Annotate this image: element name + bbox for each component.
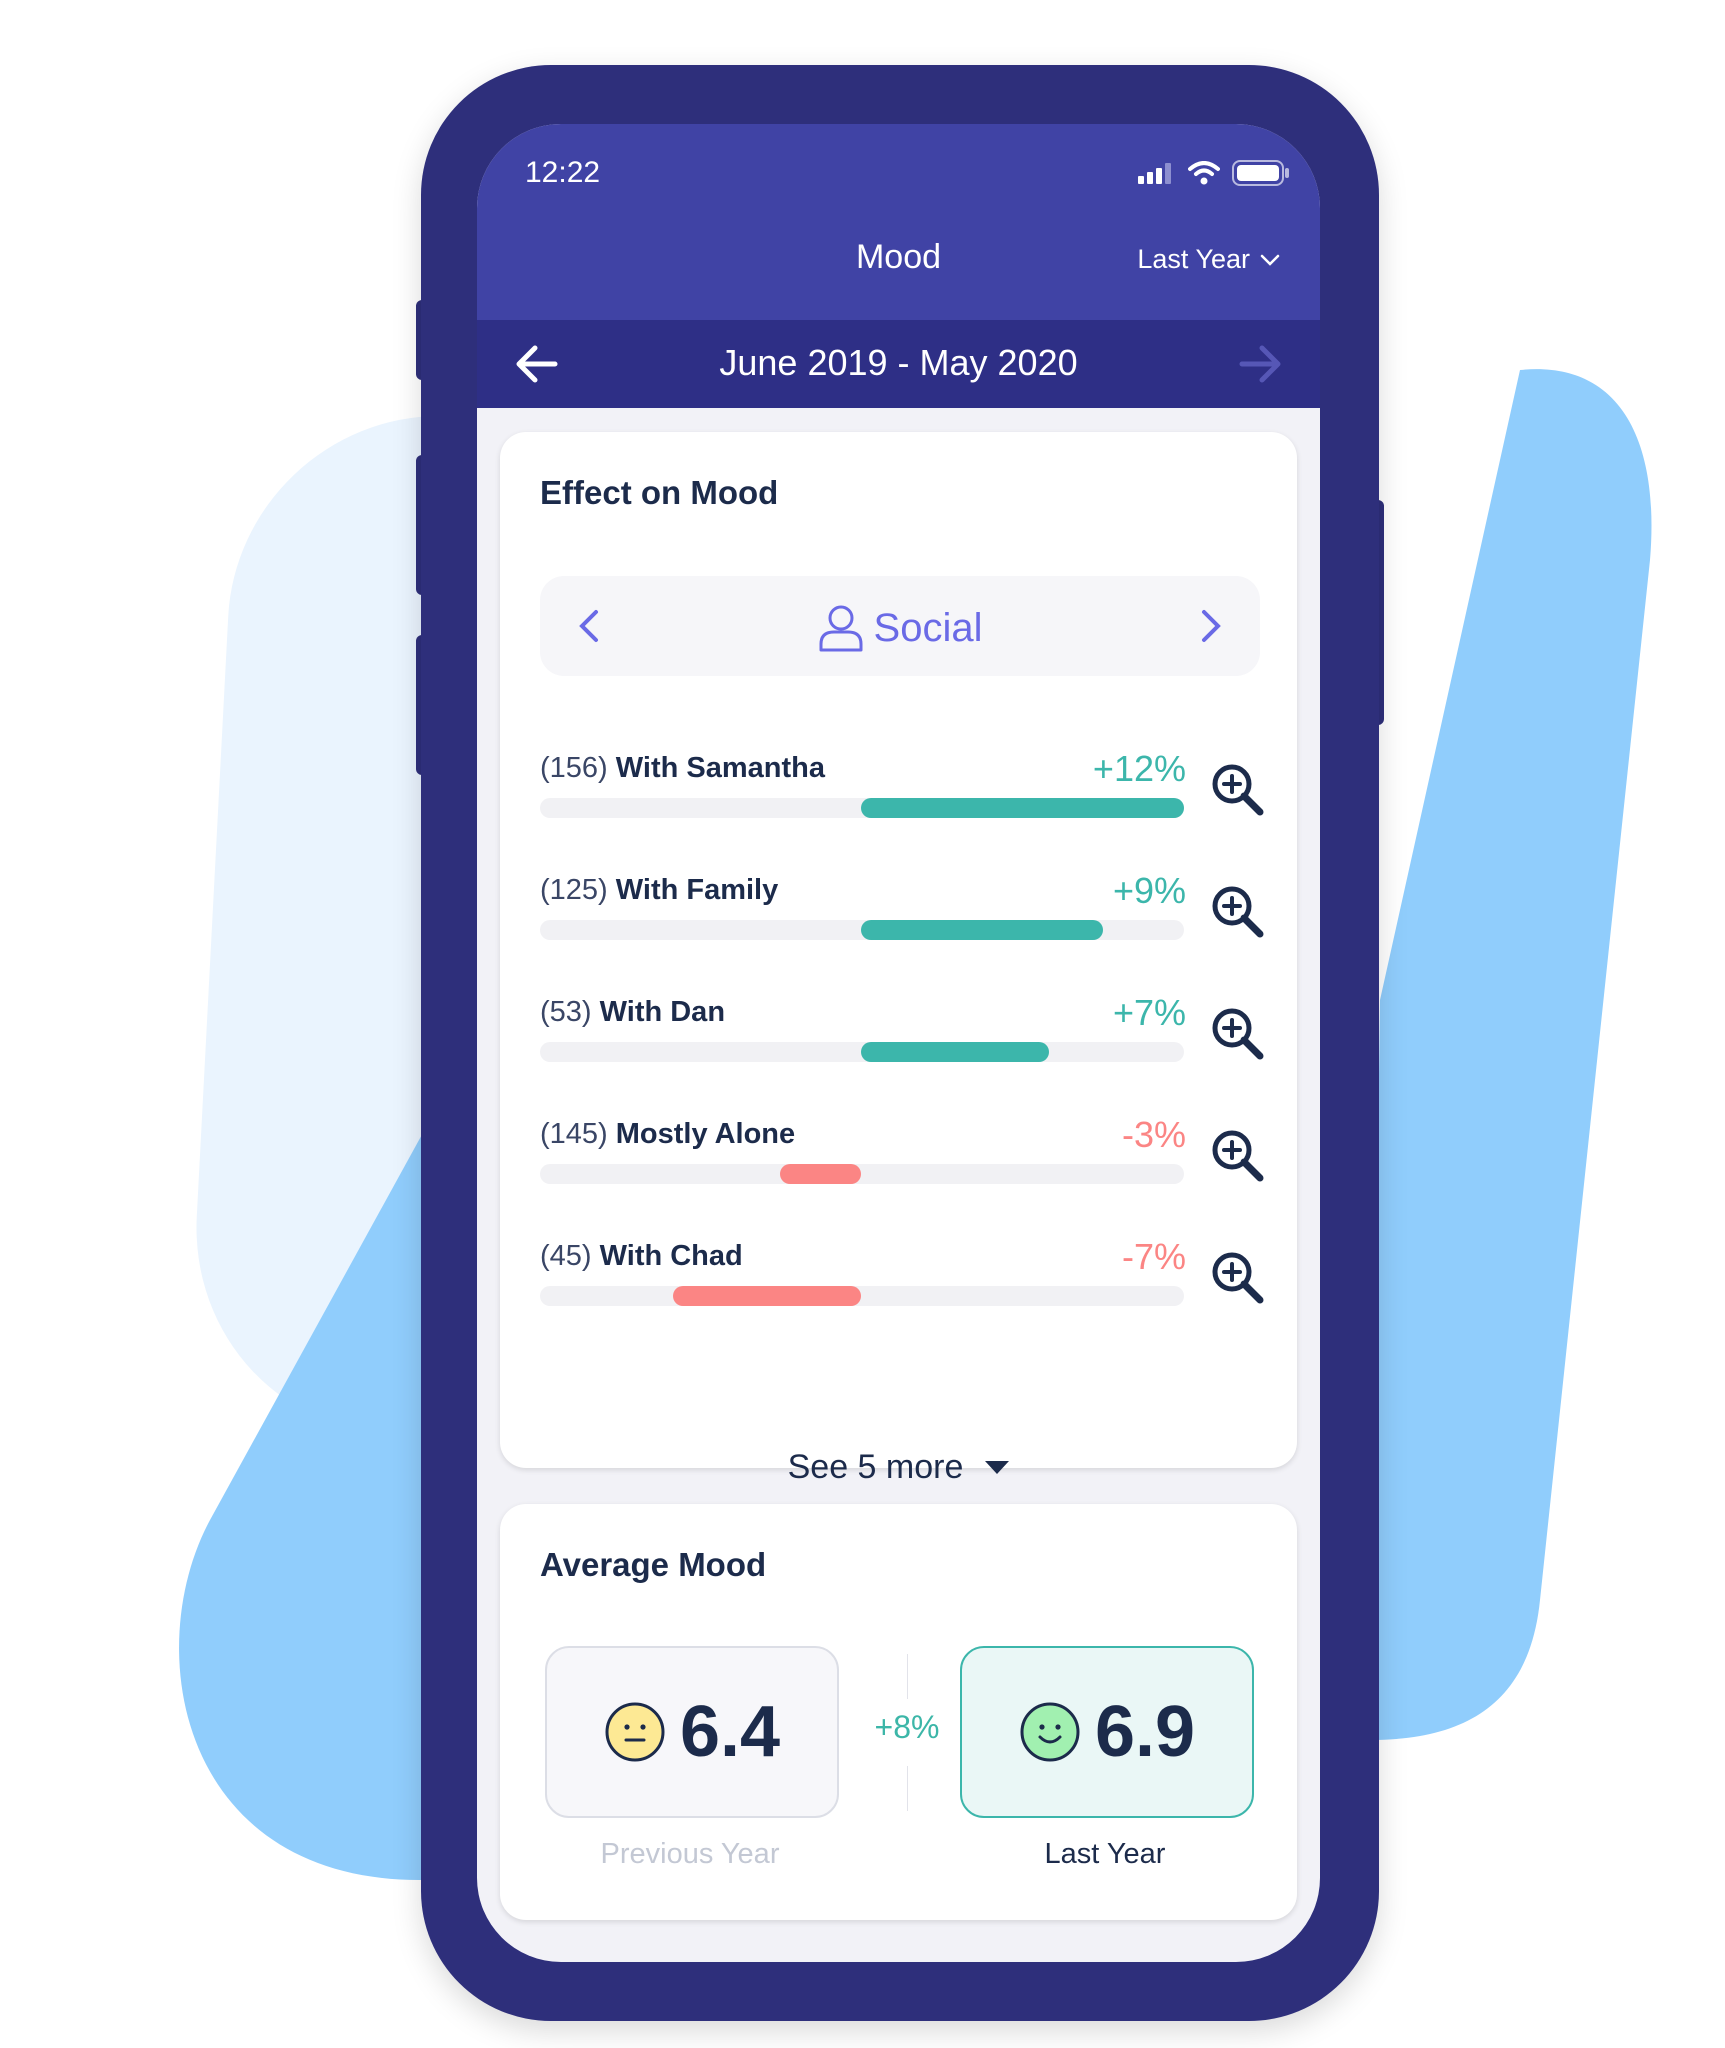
row-percent: -7% <box>1121 1236 1186 1277</box>
chevron-right-icon[interactable] <box>1190 606 1230 646</box>
divider-bottom <box>907 1766 908 1811</box>
card-title: Average Mood <box>540 1546 767 1583</box>
date-range-bar: June 2019 - May 2020 <box>477 320 1320 408</box>
app-header: 12:22 Mood Last Year <box>477 124 1320 320</box>
row-percent: +7% <box>1112 992 1186 1033</box>
last-year-caption: Last Year <box>1044 1838 1166 1870</box>
effect-bar-fill <box>861 920 1104 940</box>
period-dropdown-label: Last Year <box>1137 244 1250 274</box>
row-count: (45) <box>540 1240 592 1272</box>
period-dropdown[interactable]: Last Year <box>1137 244 1280 275</box>
effect-row: (45) With Chad -7% <box>540 1236 1300 1340</box>
effect-on-mood-card: Effect on Mood Social (156) With Samanth… <box>500 432 1300 1486</box>
zoom-in-icon[interactable] <box>1210 884 1266 940</box>
average-mood-card: Average Mood 6.4 Previous Year +8% 6.9 L… <box>500 1504 1297 1920</box>
next-period-arrow-icon[interactable] <box>1238 342 1284 386</box>
effect-bar-track <box>540 1164 1184 1184</box>
row-percent: +12% <box>1092 748 1186 789</box>
smile-face-icon <box>1020 1702 1080 1762</box>
previous-year-value: 6.4 <box>679 1692 781 1772</box>
phone-screen: 12:22 Mood Last Year June 2019 - May 202… <box>477 124 1320 1962</box>
see-more-label: See 5 more <box>787 1448 964 1486</box>
row-count: (53) <box>540 996 592 1028</box>
category-label: Social <box>540 604 1260 652</box>
zoom-in-icon[interactable] <box>1210 1128 1266 1184</box>
last-year-box[interactable]: 6.9 <box>960 1646 1254 1818</box>
row-label: (156) With Samantha <box>540 752 825 785</box>
status-time: 12:22 <box>525 156 601 189</box>
see-more-button[interactable]: See 5 more <box>500 1448 1297 1487</box>
effect-row: (145) Mostly Alone -3% <box>540 1114 1300 1218</box>
row-label: (53) With Dan <box>540 996 725 1029</box>
row-count: (145) <box>540 1118 608 1150</box>
effect-bar-fill <box>780 1164 861 1184</box>
zoom-in-icon[interactable] <box>1210 1250 1266 1306</box>
row-name: With Family <box>615 874 779 906</box>
row-percent: -3% <box>1121 1114 1186 1155</box>
row-name: With Chad <box>599 1240 743 1272</box>
category-name: Social <box>873 605 983 650</box>
effect-bar-track <box>540 1286 1184 1306</box>
signal-icon <box>1138 163 1171 184</box>
zoom-in-icon[interactable] <box>1210 762 1266 818</box>
effect-bar-track <box>540 920 1184 940</box>
row-percent: +9% <box>1112 870 1186 911</box>
row-count: (156) <box>540 752 608 784</box>
wifi-icon <box>1188 161 1220 185</box>
effect-row: (53) With Dan +7% <box>540 992 1300 1096</box>
effect-row: (156) With Samantha +12% <box>540 748 1300 852</box>
status-icons <box>1138 160 1290 186</box>
person-icon <box>819 605 863 652</box>
effect-bar-fill <box>672 1286 861 1306</box>
battery-icon <box>1232 160 1289 186</box>
card-title: Effect on Mood <box>540 474 779 511</box>
row-name: Mostly Alone <box>615 1118 796 1150</box>
category-selector: Social <box>540 576 1260 676</box>
effect-bar-fill <box>861 798 1184 818</box>
effect-bar-track <box>540 798 1184 818</box>
last-year-value: 6.9 <box>1094 1692 1196 1772</box>
previous-year-caption: Previous Year <box>600 1838 780 1870</box>
chevron-down-icon <box>1260 254 1280 266</box>
effect-bar-track <box>540 1042 1184 1062</box>
effect-bar-fill <box>861 1042 1050 1062</box>
divider-top <box>907 1654 908 1699</box>
row-label: (125) With Family <box>540 874 778 907</box>
row-label: (145) Mostly Alone <box>540 1118 795 1151</box>
row-name: With Samantha <box>615 752 825 784</box>
mood-change-label: +8% <box>874 1709 940 1745</box>
date-range-label: June 2019 - May 2020 <box>719 342 1078 383</box>
row-count: (125) <box>540 874 608 906</box>
previous-year-box[interactable]: 6.4 <box>545 1646 839 1818</box>
row-label: (45) With Chad <box>540 1240 743 1273</box>
caret-down-icon <box>985 1460 1010 1474</box>
row-name: With Dan <box>599 996 726 1028</box>
neutral-face-icon <box>605 1702 665 1762</box>
effect-row: (125) With Family +9% <box>540 870 1300 974</box>
zoom-in-icon[interactable] <box>1210 1006 1266 1062</box>
